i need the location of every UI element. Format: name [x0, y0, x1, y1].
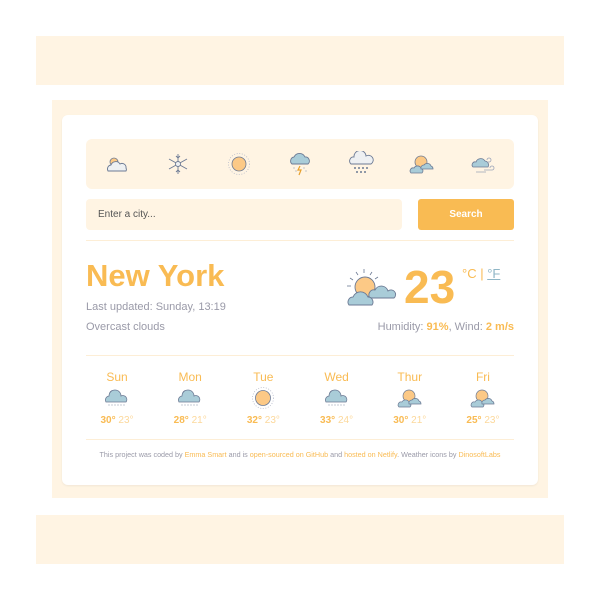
- sun-behind-clouds-icon: [396, 386, 424, 415]
- windy-cloud-icon[interactable]: [469, 150, 497, 178]
- forecast-low: 23°: [484, 415, 500, 426]
- divider: [86, 240, 514, 241]
- author-link[interactable]: Emma Smart: [185, 450, 227, 459]
- humidity-label: Humidity:: [377, 321, 427, 333]
- github-link[interactable]: open-sourced on GitHub: [250, 450, 328, 459]
- humidity-wind: Humidity: 91%, Wind: 2 m/s: [378, 321, 514, 333]
- forecast-day-name: Wed: [324, 370, 349, 384]
- forecast-day-name: Thur: [397, 370, 423, 384]
- forecast-low: 24°: [337, 415, 354, 426]
- wind-label: , Wind:: [448, 321, 486, 333]
- forecast-high: 30°: [393, 415, 409, 426]
- sun-icon[interactable]: [225, 150, 253, 178]
- humidity-value: 91%: [426, 321, 449, 333]
- top-banner: [36, 36, 564, 85]
- forecast-day-name: Sun: [106, 370, 128, 384]
- sun-behind-clouds-icon: [344, 265, 398, 314]
- temperature-value: 23: [404, 261, 456, 313]
- sun-icon: [251, 386, 275, 415]
- heavy-rain-icon[interactable]: [347, 150, 375, 178]
- icons-credit-link[interactable]: DinosoftLabs: [458, 450, 500, 459]
- partly-cloudy-icon[interactable]: [103, 150, 131, 178]
- footer: This project was coded by Emma Smart and…: [62, 450, 538, 459]
- fahrenheit-link[interactable]: °F: [487, 266, 500, 281]
- forecast-day: Tue 32° 23°: [232, 370, 294, 426]
- weather-description: Overcast clouds: [86, 321, 165, 333]
- forecast-low: 21°: [191, 415, 207, 426]
- forecast-day-name: Fri: [475, 370, 490, 384]
- forecast-high: 33°: [320, 415, 336, 426]
- cloud-drizzle-icon: [323, 386, 351, 415]
- forecast-day: Sun 30° 23°: [86, 370, 148, 426]
- cloud-drizzle-icon: [176, 386, 204, 415]
- forecast-low: 23°: [118, 415, 134, 426]
- snowflake-icon[interactable]: [164, 150, 192, 178]
- unit-separator: |: [476, 266, 488, 281]
- forecast-low: 23°: [264, 415, 280, 426]
- weather-icon-bar: [86, 139, 514, 189]
- divider: [86, 355, 514, 356]
- footer-text: and is: [226, 450, 250, 459]
- footer-text: This project was coded by: [99, 450, 185, 459]
- sun-behind-clouds-icon[interactable]: [408, 150, 436, 178]
- footer-text: . Weather icons by: [397, 450, 459, 459]
- celsius-unit[interactable]: °C: [462, 266, 477, 281]
- forecast-day-name: Mon: [178, 370, 202, 384]
- thunderstorm-icon[interactable]: [286, 150, 314, 178]
- wind-value: 2 m/s: [485, 321, 514, 333]
- city-name: New York: [86, 258, 225, 293]
- forecast-high: 25°: [466, 415, 482, 426]
- forecast-list: Sun 30° 23° Mon 28° 21° Tue 32° 23° Wed …: [86, 370, 514, 426]
- current-temperature-block: 23 °C | °F: [344, 261, 514, 323]
- divider: [86, 439, 514, 440]
- bottom-banner: [36, 515, 564, 564]
- search-form: Search: [86, 199, 514, 230]
- search-button[interactable]: Search: [418, 199, 514, 230]
- cloud-drizzle-icon: [103, 386, 131, 415]
- netlify-link[interactable]: hosted on Netlify: [344, 450, 397, 459]
- sun-behind-clouds-icon: [469, 386, 497, 415]
- forecast-day: Thur 30° 21°: [379, 370, 441, 426]
- forecast-low: 21°: [411, 415, 427, 426]
- last-updated: Last updated: Sunday, 13:19: [86, 301, 226, 313]
- weather-card: Search New York Last updated: Sunday, 13…: [62, 115, 538, 485]
- forecast-high: 30°: [100, 415, 116, 426]
- city-search-input[interactable]: [86, 199, 402, 230]
- forecast-day-name: Tue: [253, 370, 274, 384]
- unit-toggle: °C | °F: [462, 266, 500, 281]
- footer-text: and: [328, 450, 345, 459]
- forecast-day: Wed 33° 24°: [306, 370, 368, 426]
- forecast-day: Fri 25° 23°: [452, 370, 514, 426]
- forecast-high: 32°: [246, 415, 262, 426]
- forecast-high: 28°: [173, 415, 189, 426]
- forecast-day: Mon 28° 21°: [159, 370, 221, 426]
